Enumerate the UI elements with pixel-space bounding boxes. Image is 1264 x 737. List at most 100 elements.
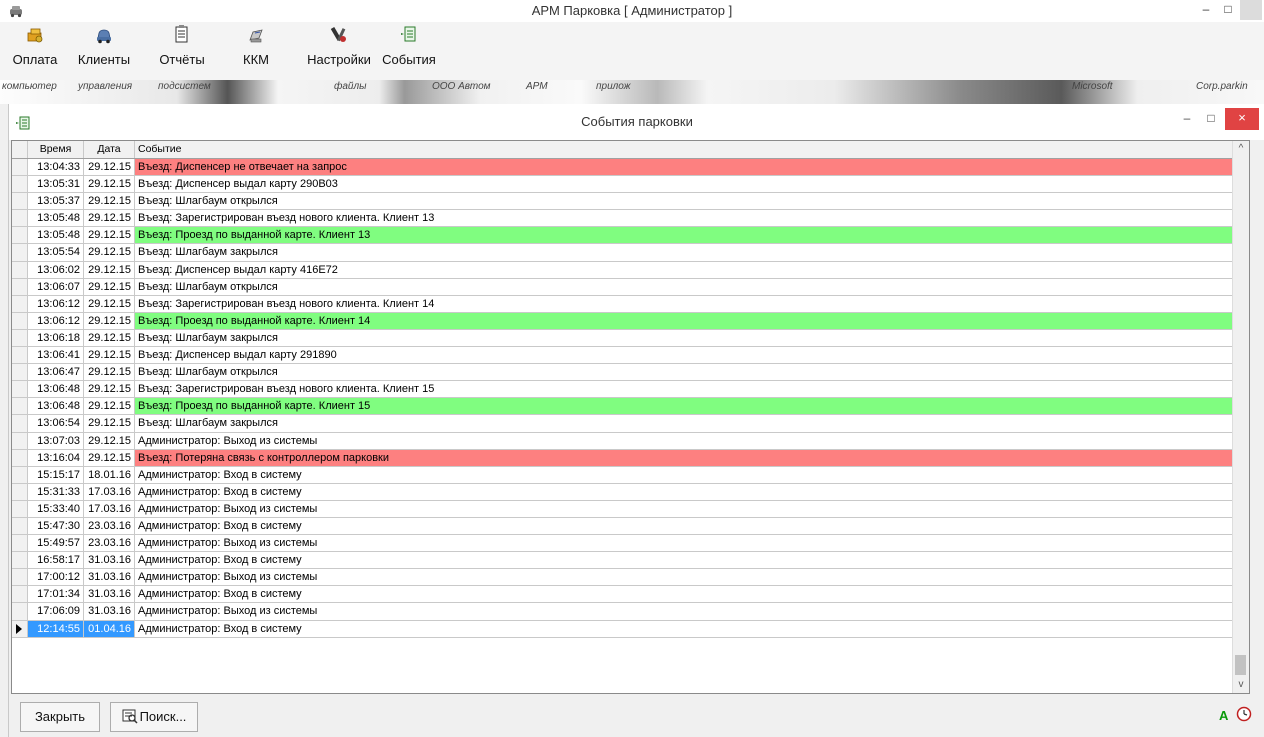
row-indicator[interactable] (12, 159, 28, 176)
cell-time: 15:15:17 (28, 466, 84, 483)
minimize-button[interactable]: – (1195, 0, 1217, 20)
row-indicator[interactable] (12, 244, 28, 261)
toolbar-settings-button[interactable]: Настройки (304, 22, 374, 78)
maximize-button[interactable]: □ (1217, 0, 1239, 20)
table-row[interactable]: 13:05:54 29.12.15 Въезд: Шлагбаум закрылся (12, 244, 1249, 262)
table-row[interactable]: 16:58:17 31.03.16 Администратор: Вход в си… (12, 552, 1249, 570)
table-row[interactable]: 15:31:33 17.03.16 Администратор: Вход в си… (12, 483, 1249, 501)
row-indicator[interactable] (12, 466, 28, 483)
row-indicator[interactable] (12, 535, 28, 552)
row-indicator[interactable] (12, 329, 28, 347)
cell-event: Въезд: Проезд по выданной карте. Клиент … (135, 398, 1249, 415)
table-row[interactable]: 17:00:12 31.03.16 Администратор: Выход из … (12, 569, 1249, 587)
row-indicator[interactable] (12, 381, 28, 398)
header-event[interactable]: Событие (135, 141, 1249, 158)
row-indicator[interactable] (12, 483, 28, 500)
app-titlebar: АРМ Парковка [ Администратор ] – □ (0, 0, 1264, 23)
cell-date: 31.03.16 (84, 603, 135, 620)
car-icon (97, 29, 111, 44)
row-indicator[interactable] (12, 432, 28, 449)
row-indicator[interactable] (12, 620, 28, 637)
row-indicator[interactable] (12, 347, 28, 364)
row-indicator[interactable] (12, 193, 28, 210)
cell-time: 12:14:55 (28, 620, 84, 637)
child-close-button[interactable]: × (1225, 108, 1259, 130)
row-indicator[interactable] (12, 449, 28, 466)
toolbar-reports-button[interactable]: Отчёты (152, 22, 212, 78)
header-time[interactable]: Время (28, 141, 84, 158)
cell-date: 29.12.15 (84, 244, 135, 261)
child-minimize-button[interactable]: – (1175, 108, 1199, 130)
row-indicator[interactable] (12, 364, 28, 381)
toolbar-events-button[interactable]: События (374, 22, 444, 78)
events-icon (401, 26, 416, 42)
scroll-up-icon[interactable]: ^ (1233, 141, 1249, 157)
row-indicator[interactable] (12, 569, 28, 586)
events-window-titlebar: События парковки – □ × (9, 104, 1264, 140)
cash-register-icon (249, 29, 263, 43)
table-row[interactable]: 13:06:12 29.12.15 Въезд: Зарегистрирован в… (12, 295, 1249, 313)
row-indicator[interactable] (12, 295, 28, 312)
cell-event: Администратор: Выход из системы (138, 434, 318, 447)
toolbar-payment-button[interactable]: Оплата (10, 22, 60, 78)
table-row[interactable]: 15:47:30 23.03.16 Администратор: Вход в си… (12, 517, 1249, 536)
row-indicator[interactable] (12, 500, 28, 517)
row-indicator[interactable] (12, 603, 28, 620)
cell-time: 13:06:18 (28, 329, 84, 347)
cell-date: 29.12.15 (84, 159, 135, 176)
events-table[interactable]: Время Дата Событие 13:04:33 29.12.15 Въезд… (11, 140, 1250, 694)
table-row[interactable]: 13:06:48 29.12.15 Въезд: Зарегистрирован в… (12, 381, 1249, 399)
row-indicator[interactable] (12, 398, 28, 415)
cell-time: 13:06:48 (28, 381, 84, 398)
table-row[interactable]: 15:15:17 18.01.16 Администратор: Вход в си… (12, 466, 1249, 484)
scroll-down-icon[interactable]: v (1233, 677, 1249, 693)
table-row[interactable]: 13:06:02 29.12.15 Въезд: Диспенсер выдал к… (12, 261, 1249, 279)
cell-date: 29.12.15 (84, 278, 135, 295)
table-row[interactable]: 13:05:37 29.12.15 Въезд: Шлагбаум открылся (12, 193, 1249, 211)
table-row[interactable]: 13:04:33 29.12.15 Въезд: Диспенсер не отве… (12, 159, 1249, 177)
row-indicator[interactable] (12, 517, 28, 535)
row-indicator[interactable] (12, 415, 28, 432)
table-row[interactable]: 13:16:04 29.12.15 Въезд: Потеряна связь с … (12, 449, 1249, 467)
table-row[interactable]: 17:01:34 31.03.16 Администратор: Вход в си… (12, 586, 1249, 604)
table-row[interactable]: 13:05:48 29.12.15 Въезд: Проезд по выданно… (12, 227, 1249, 245)
table-row[interactable]: 13:07:03 29.12.15 Администратор: Выход из … (12, 432, 1249, 450)
table-row[interactable]: 13:06:47 29.12.15 Въезд: Шлагбаум открылся (12, 364, 1249, 382)
table-row[interactable]: 13:05:31 29.12.15 Въезд: Диспенсер выдал к… (12, 176, 1249, 194)
clock-icon[interactable] (1236, 706, 1252, 722)
row-indicator[interactable] (12, 176, 28, 193)
cell-event: Администратор: Вход в систему (138, 485, 302, 498)
table-row[interactable]: 13:06:54 29.12.15 Въезд: Шлагбаум закрылся (12, 415, 1249, 433)
search-button[interactable]: Поиск... (110, 702, 198, 732)
vertical-scrollbar[interactable]: ^ v (1232, 141, 1249, 693)
cell-event: Въезд: Зарегистрирован въезд нового клие… (138, 212, 435, 225)
row-indicator[interactable] (12, 210, 28, 227)
table-row[interactable]: 12:14:55 01.04.16 Администратор: Вход в си… (12, 620, 1249, 638)
table-row[interactable]: 13:06:48 29.12.15 Въезд: Проезд по выданно… (12, 398, 1249, 416)
header-date[interactable]: Дата (84, 141, 135, 158)
table-row[interactable]: 13:06:41 29.12.15 Въезд: Диспенсер выдал к… (12, 347, 1249, 365)
table-row[interactable]: 15:49:57 23.03.16 Администратор: Выход из … (12, 535, 1249, 553)
row-indicator[interactable] (12, 278, 28, 295)
table-row[interactable]: 15:33:40 17.03.16 Администратор: Выход из … (12, 500, 1249, 518)
table-row[interactable]: 13:06:18 29.12.15 Въезд: Шлагбаум закрылся (12, 329, 1249, 348)
table-row[interactable]: 13:05:48 29.12.15 Въезд: Зарегистрирован в… (12, 210, 1249, 228)
row-indicator[interactable] (12, 261, 28, 278)
banner-text: ООО Автом (432, 81, 491, 92)
row-indicator[interactable] (12, 227, 28, 244)
scroll-thumb[interactable] (1235, 655, 1246, 675)
cell-date: 29.12.15 (84, 295, 135, 312)
table-row[interactable]: 17:06:09 31.03.16 Администратор: Выход из … (12, 603, 1249, 621)
child-maximize-button[interactable]: □ (1199, 108, 1223, 130)
table-row[interactable]: 13:06:07 29.12.15 Въезд: Шлагбаум открылся (12, 278, 1249, 296)
row-indicator[interactable] (12, 312, 28, 329)
close-window-button[interactable]: Закрыть (20, 702, 100, 732)
cell-date: 31.03.16 (84, 586, 135, 603)
row-indicator[interactable] (12, 552, 28, 569)
close-button-disabled[interactable] (1240, 0, 1262, 20)
row-indicator[interactable] (12, 586, 28, 603)
cell-time: 13:06:02 (28, 261, 84, 278)
toolbar-kkm-button[interactable]: ККМ (236, 22, 276, 78)
toolbar-clients-button[interactable]: Клиенты (74, 22, 134, 78)
table-row[interactable]: 13:06:12 29.12.15 Въезд: Проезд по выданно… (12, 312, 1249, 330)
